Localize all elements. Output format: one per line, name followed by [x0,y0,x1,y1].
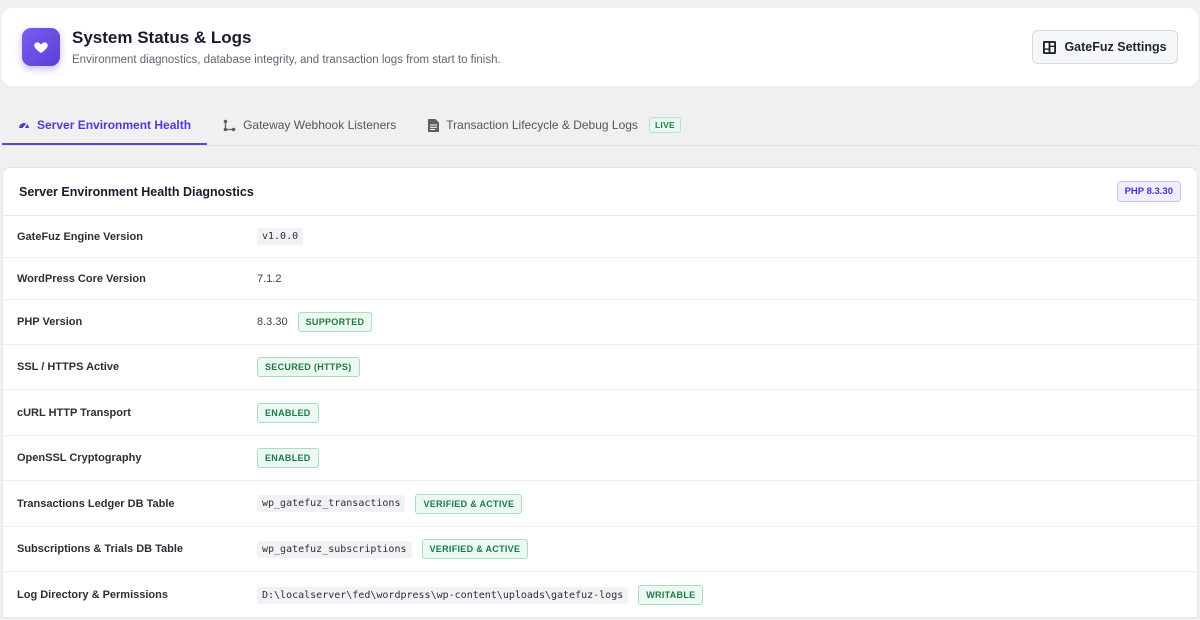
row-label: WordPress Core Version [17,272,146,285]
php-version-badge: PHP 8.3.30 [1116,181,1181,202]
log-directory-path-code: D:\localserver\fed\wordpress\wp-content\… [257,586,629,604]
db-table-name-code: wp_gatefuz_transactions [257,495,406,512]
panel-title: Server Environment Health Diagnostics [19,184,254,199]
document-icon [428,118,440,132]
table-row: GateFuz Engine Version v1.0.0 [3,216,1197,258]
row-label: PHP Version [17,316,83,328]
panel-header: Server Environment Health Diagnostics PH… [3,168,1197,216]
status-badge: WRITABLE [638,585,704,605]
wordpress-version-value: 7.1.2 [257,272,282,285]
table-row: WordPress Core Version 7.1.2 [3,258,1197,300]
tab-server-environment-health[interactable]: Server Environment Health [2,106,208,145]
table-row: cURL HTTP Transport ENABLED [3,390,1197,436]
page-title: System Status & Logs [72,28,252,47]
diagnostics-panel: Server Environment Health Diagnostics PH… [2,167,1198,618]
row-label: Log Directory & Permissions [17,589,168,601]
status-badge: VERIFIED & ACTIVE [415,493,523,514]
db-table-name-code: wp_gatefuz_subscriptions [257,540,412,558]
tab-label: Transaction Lifecycle & Debug Logs [446,118,638,132]
php-version-value: 8.3.30 [257,316,288,328]
table-row: SSL / HTTPS Active SECURED (HTTPS) [3,345,1197,390]
row-label: Subscriptions & Trials DB Table [17,543,184,555]
tab-bar: Server Environment Health Gateway Webhoo… [2,106,1198,146]
table-row: Transactions Ledger DB Table wp_gatefuz_… [3,481,1197,527]
settings-button[interactable]: GateFuz Settings [1032,30,1178,64]
table-row: Log Directory & Permissions D:\localserv… [3,572,1197,618]
status-badge: ENABLED [257,448,319,468]
status-badge: SUPPORTED [297,312,373,332]
status-badge: SECURED (HTTPS) [257,357,360,377]
row-label: cURL HTTP Transport [17,406,131,419]
settings-button-label: GateFuz Settings [1064,40,1167,54]
table-row: OpenSSL Cryptography ENABLED [3,436,1197,481]
live-badge: LIVE [648,117,682,133]
engine-version-code: v1.0.0 [257,228,304,245]
status-badge: VERIFIED & ACTIVE [421,539,529,559]
dashboard-icon [1043,40,1057,54]
row-label: Transactions Ledger DB Table [17,497,175,510]
webhook-icon [223,119,236,131]
row-label: OpenSSL Cryptography [17,452,142,464]
heart-icon [34,42,48,53]
status-badge: ENABLED [257,402,319,423]
tab-gateway-webhook-listeners[interactable]: Gateway Webhook Listeners [207,106,412,144]
gauge-icon [19,122,29,129]
table-row: Subscriptions & Trials DB Table wp_gatef… [3,527,1197,572]
tab-transaction-lifecycle-debug-logs[interactable]: Transaction Lifecycle & Debug Logs LIVE [412,106,697,144]
tab-label: Gateway Webhook Listeners [243,118,397,132]
page-header: System Status & Logs Environment diagnos… [2,8,1198,86]
row-label: SSL / HTTPS Active [17,361,120,373]
row-label: GateFuz Engine Version [17,230,143,243]
app-logo [22,28,60,66]
tab-label: Server Environment Health [37,117,192,132]
table-row: PHP Version 8.3.30 SUPPORTED [3,300,1197,345]
page-subtitle: Environment diagnostics, database integr… [72,54,501,66]
